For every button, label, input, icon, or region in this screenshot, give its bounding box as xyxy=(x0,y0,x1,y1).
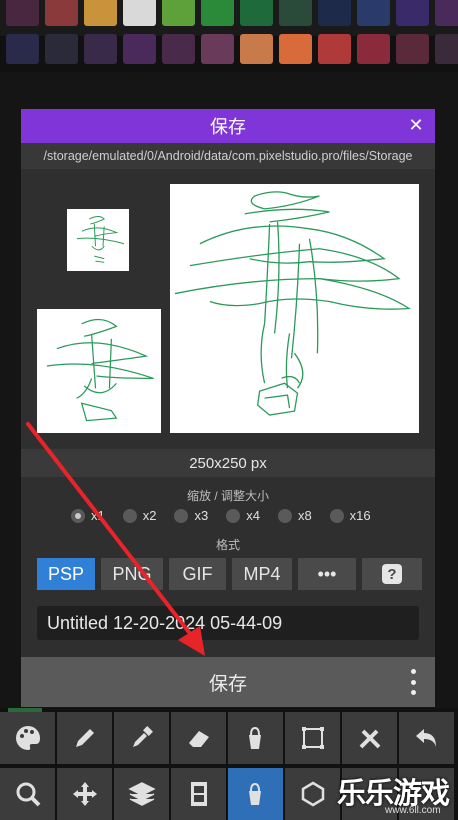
annotation-arrow xyxy=(26,422,205,656)
watermark-url: www.6ll.com xyxy=(385,805,441,816)
watermark: 乐乐游戏 www.6ll.com xyxy=(337,768,458,820)
